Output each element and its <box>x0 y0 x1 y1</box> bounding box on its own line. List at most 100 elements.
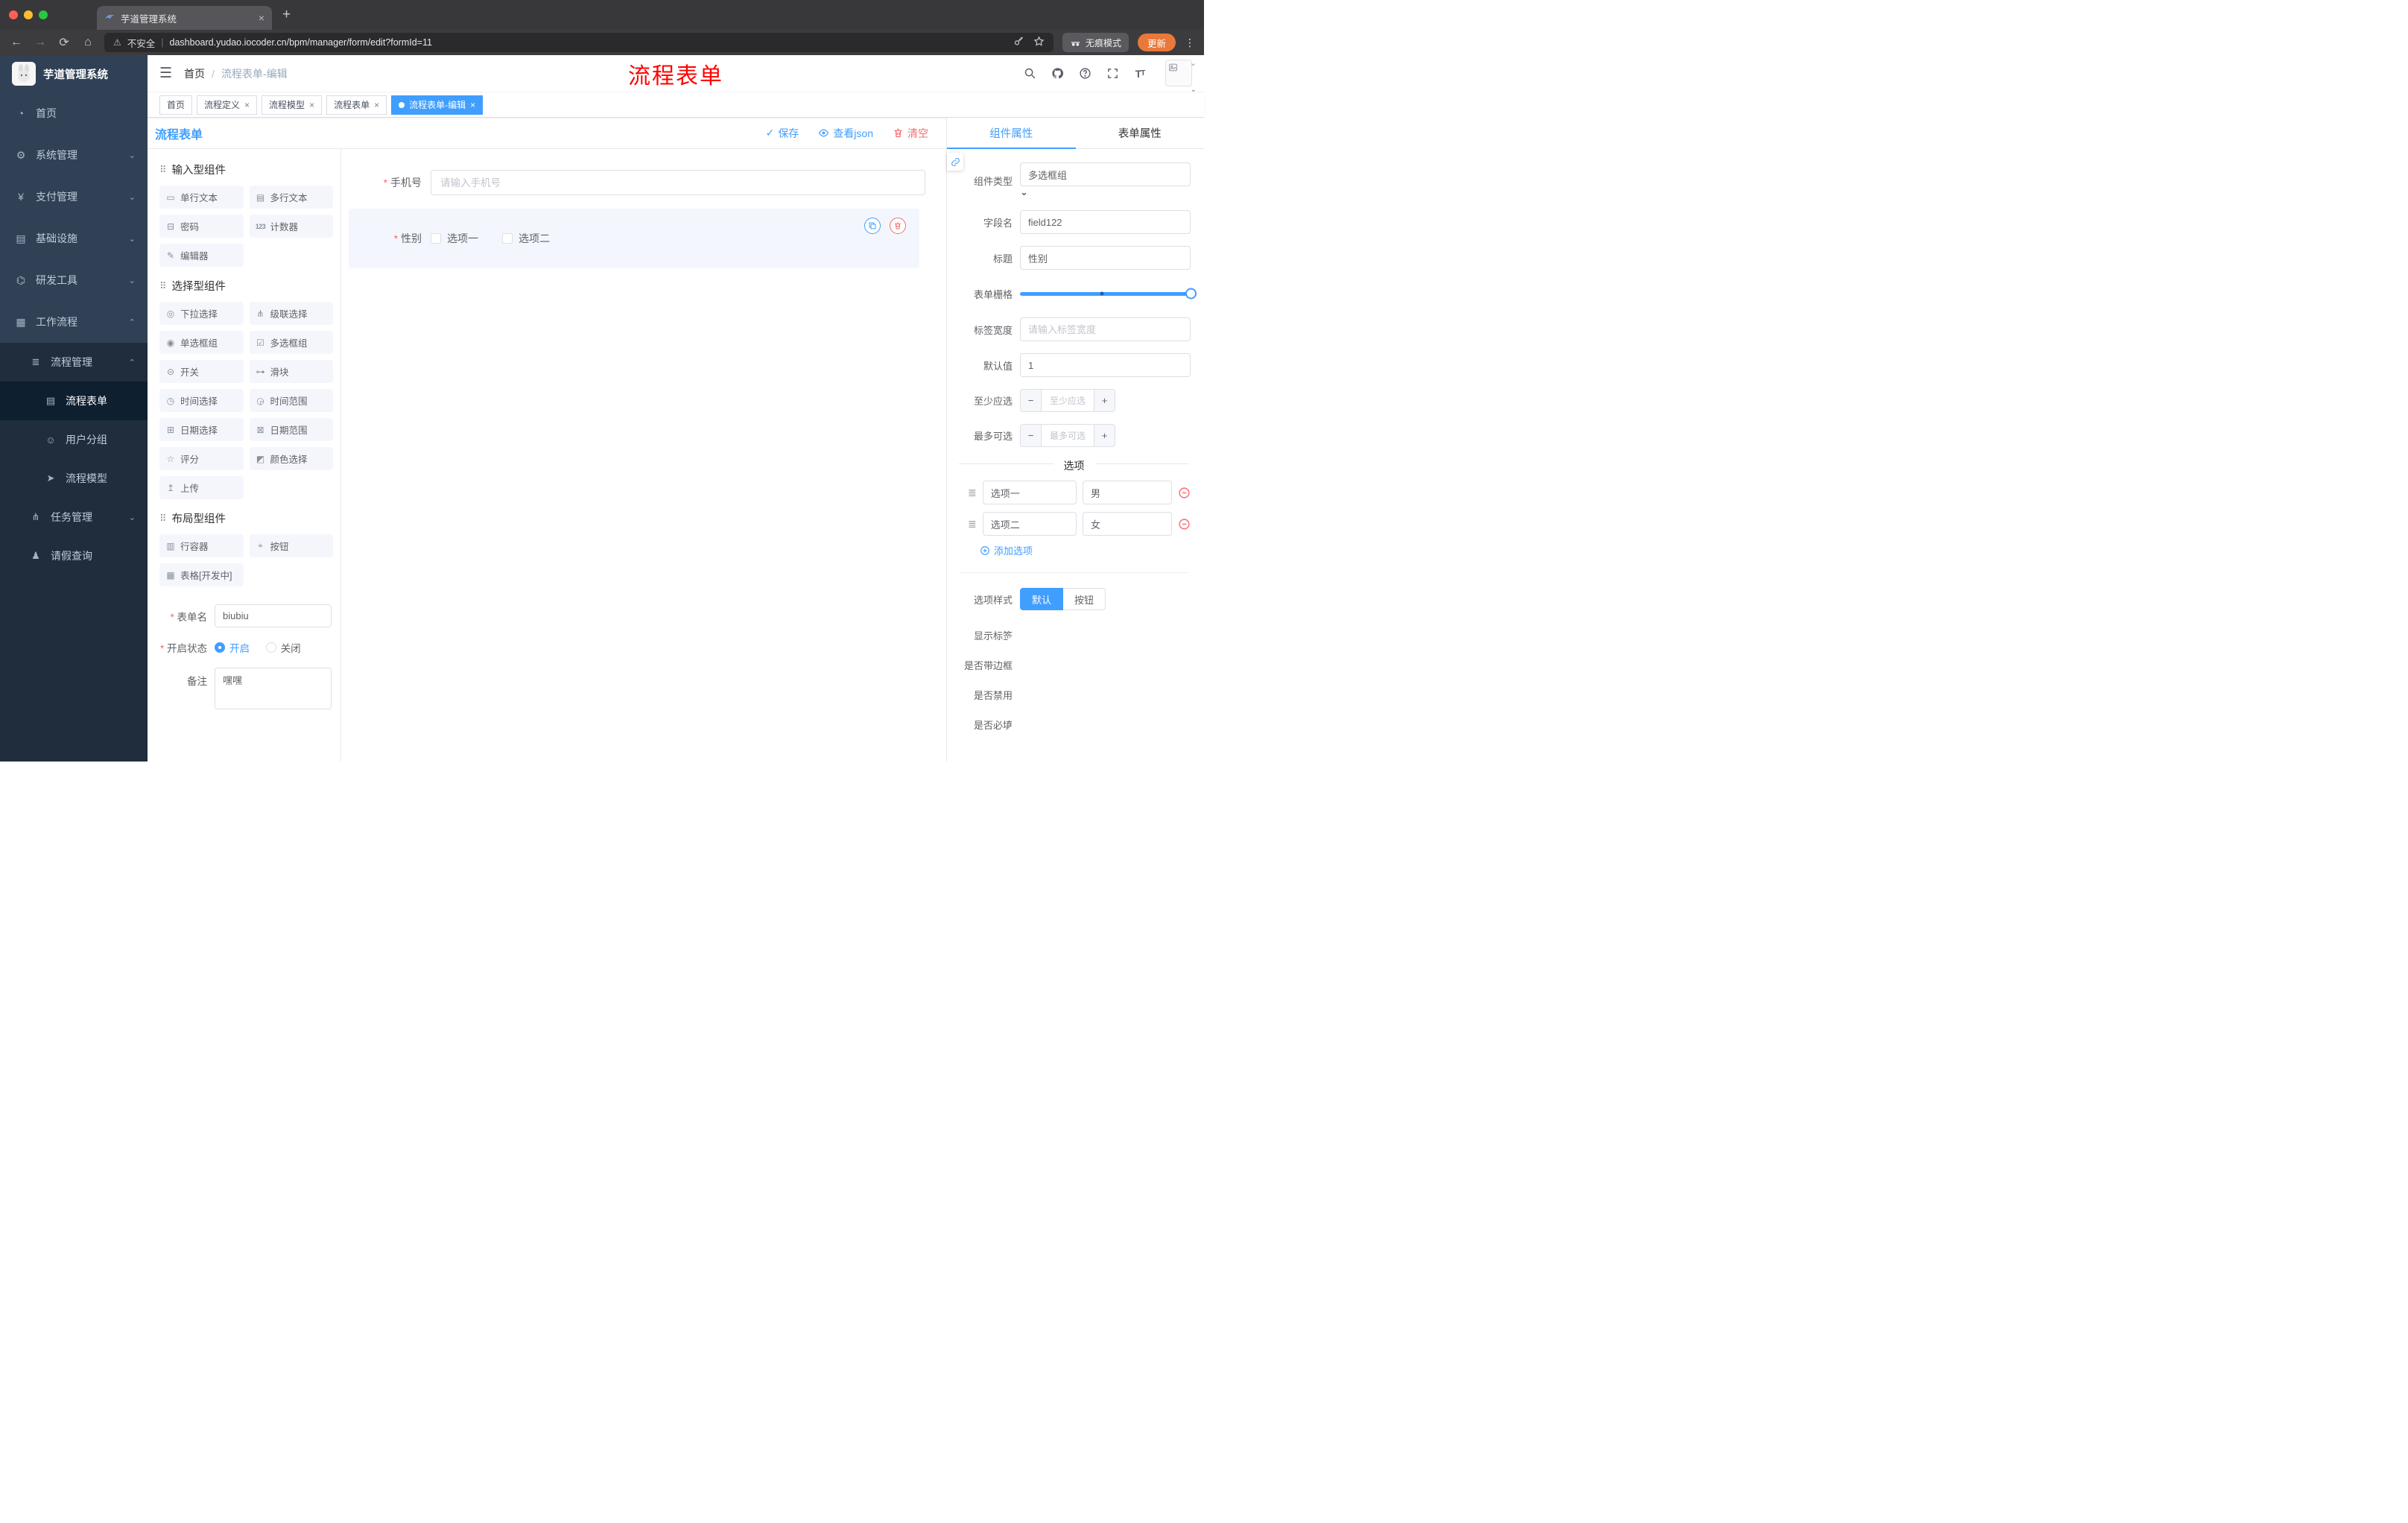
sidebar-item-devtools[interactable]: ⌬ 研发工具 ⌄ <box>0 259 148 301</box>
new-tab-button[interactable]: + <box>282 7 291 23</box>
palette-item-color-picker[interactable]: ◩ 颜色选择 <box>249 447 333 470</box>
help-icon[interactable] <box>1078 67 1091 80</box>
palette-item-time-range[interactable]: ◶ 时间范围 <box>249 389 333 412</box>
min-select-input[interactable] <box>1042 390 1094 411</box>
fullscreen-icon[interactable] <box>1106 67 1119 80</box>
password-key-icon[interactable] <box>1013 36 1024 49</box>
reload-icon[interactable]: ⟳ <box>57 35 72 50</box>
github-icon[interactable] <box>1051 67 1064 80</box>
sidebar-item-process-form[interactable]: ▤ 流程表单 <box>0 381 148 420</box>
label-width-input[interactable] <box>1020 317 1191 341</box>
add-option-button[interactable]: 添加选项 <box>957 543 1191 557</box>
palette-item-button[interactable]: ⌖ 按钮 <box>249 534 333 557</box>
save-button[interactable]: ✓ 保存 <box>766 126 799 141</box>
palette-item-cascader[interactable]: ⋔ 级联选择 <box>249 302 333 325</box>
palette-item-date-picker[interactable]: ⊞ 日期选择 <box>159 418 244 441</box>
canvas-field-gender-selected[interactable]: 性别 选项一 选项二 <box>349 209 919 268</box>
palette-item-rate[interactable]: ☆ 评分 <box>159 447 244 470</box>
tag-process-form-edit[interactable]: 流程表单-编辑 × <box>391 95 484 115</box>
palette-item-switch[interactable]: ⊝ 开关 <box>159 360 244 383</box>
hamburger-icon[interactable]: ☰ <box>159 65 172 82</box>
sidebar-item-infrastructure[interactable]: ▤ 基础设施 ⌄ <box>0 218 148 259</box>
sidebar-item-home[interactable]: ◔ 首页 <box>0 92 148 134</box>
sidebar-logo[interactable]: 芋道管理系统 <box>0 55 148 92</box>
delete-component-button[interactable] <box>890 218 906 234</box>
palette-item-row-container[interactable]: ▥ 行容器 <box>159 534 244 557</box>
slider-handle[interactable] <box>1185 288 1197 300</box>
option-name-input[interactable] <box>982 512 1077 536</box>
title-input[interactable] <box>1020 246 1191 270</box>
slider-track[interactable] <box>1020 288 1197 300</box>
close-icon[interactable]: × <box>374 100 379 110</box>
remove-option-icon[interactable] <box>1178 518 1191 531</box>
palette-item-counter[interactable]: 123 计数器 <box>249 215 333 238</box>
palette-item-slider[interactable]: ⊶ 滑块 <box>249 360 333 383</box>
clear-button[interactable]: 清空 <box>893 126 928 141</box>
breadcrumb-home[interactable]: 首页 <box>184 66 205 81</box>
link-icon[interactable] <box>947 153 963 171</box>
palette-item-editor[interactable]: ✎ 编辑器 <box>159 244 244 267</box>
back-icon[interactable]: ← <box>9 36 24 49</box>
plus-button[interactable]: + <box>1094 390 1115 411</box>
minimize-window-button[interactable] <box>24 10 33 19</box>
address-bar[interactable]: ⚠ 不安全 | dashboard.yudao.iocoder.cn/bpm/m… <box>104 33 1054 52</box>
form-canvas[interactable]: 手机号 性别 选项一 选项二 <box>341 149 946 762</box>
view-json-button[interactable]: 查看json <box>818 126 873 141</box>
palette-item-upload[interactable]: ↥ 上传 <box>159 476 244 499</box>
palette-item-select[interactable]: ◎ 下拉选择 <box>159 302 244 325</box>
close-icon[interactable]: × <box>309 100 314 110</box>
drag-handle-icon[interactable]: ≣ <box>968 487 977 499</box>
browser-tab[interactable]: 芋道管理系统 × <box>97 6 272 30</box>
bookmark-star-icon[interactable] <box>1033 36 1045 49</box>
zoom-window-button[interactable] <box>39 10 48 19</box>
sidebar-item-payment[interactable]: ¥ 支付管理 ⌄ <box>0 176 148 218</box>
copy-component-button[interactable] <box>864 218 881 234</box>
close-icon[interactable]: × <box>470 100 475 110</box>
tag-process-model[interactable]: 流程模型 × <box>262 95 323 115</box>
palette-item-table[interactable]: ▦ 表格[开发中] <box>159 563 244 586</box>
tab-form-props[interactable]: 表单属性 <box>1076 118 1205 148</box>
page-url[interactable]: dashboard.yudao.iocoder.cn/bpm/manager/f… <box>170 37 1007 48</box>
tag-process-form[interactable]: 流程表单 × <box>326 95 387 115</box>
form-name-input[interactable] <box>215 604 332 627</box>
max-select-stepper[interactable]: − + <box>1020 424 1115 447</box>
style-default-button[interactable]: 默认 <box>1020 588 1064 610</box>
sidebar-item-leave-query[interactable]: ♟ 请假查询 <box>0 536 148 575</box>
tab-close-icon[interactable]: × <box>259 12 264 24</box>
browser-menu-icon[interactable]: ⋮ <box>1185 37 1195 49</box>
search-icon[interactable] <box>1023 67 1036 80</box>
sidebar-item-user-group[interactable]: ☺ 用户分组 <box>0 420 148 459</box>
toolbar-chevron-icon[interactable]: ⌄ <box>1190 58 1197 68</box>
minus-button[interactable]: − <box>1021 425 1042 446</box>
tag-home[interactable]: 首页 <box>159 95 193 115</box>
close-icon[interactable]: × <box>244 100 250 110</box>
gender-option1-checkbox[interactable]: 选项一 <box>431 231 478 246</box>
phone-input[interactable] <box>431 170 925 195</box>
option-name-input[interactable] <box>982 481 1077 504</box>
sidebar-item-system[interactable]: ⚙ 系统管理 ⌄ <box>0 134 148 176</box>
home-icon[interactable]: ⌂ <box>80 36 95 49</box>
update-browser-button[interactable]: 更新 <box>1137 34 1176 51</box>
component-type-select[interactable]: 多选框组 <box>1020 162 1191 186</box>
palette-item-single-line-text[interactable]: ▭ 单行文本 <box>159 186 244 209</box>
status-off-radio[interactable]: 关闭 <box>265 640 301 655</box>
option-value-input[interactable] <box>1083 481 1172 504</box>
sidebar-item-workflow[interactable]: ▦ 工作流程 ⌃ <box>0 301 148 343</box>
sidebar-item-process-model[interactable]: ➤ 流程模型 <box>0 459 148 498</box>
grid-slider[interactable] <box>1020 282 1197 305</box>
forward-icon[interactable]: → <box>33 36 48 49</box>
palette-item-checkbox-group[interactable]: ☑ 多选框组 <box>249 331 333 354</box>
security-label[interactable]: 不安全 <box>127 36 156 50</box>
field-name-input[interactable] <box>1020 210 1191 234</box>
plus-button[interactable]: + <box>1094 425 1115 446</box>
style-button-button[interactable]: 按钮 <box>1063 588 1106 610</box>
remove-option-icon[interactable] <box>1178 487 1191 499</box>
tag-process-definition[interactable]: 流程定义 × <box>197 95 258 115</box>
close-window-button[interactable] <box>9 10 18 19</box>
option-value-input[interactable] <box>1083 512 1172 536</box>
drag-handle-icon[interactable]: ≣ <box>968 518 977 531</box>
palette-item-time-picker[interactable]: ◷ 时间选择 <box>159 389 244 412</box>
tab-component-props[interactable]: 组件属性 <box>947 118 1076 149</box>
sidebar-item-process-mgmt[interactable]: ≣ 流程管理 ⌃ <box>0 343 148 381</box>
sidebar-item-task-mgmt[interactable]: ⋔ 任务管理 ⌄ <box>0 498 148 536</box>
